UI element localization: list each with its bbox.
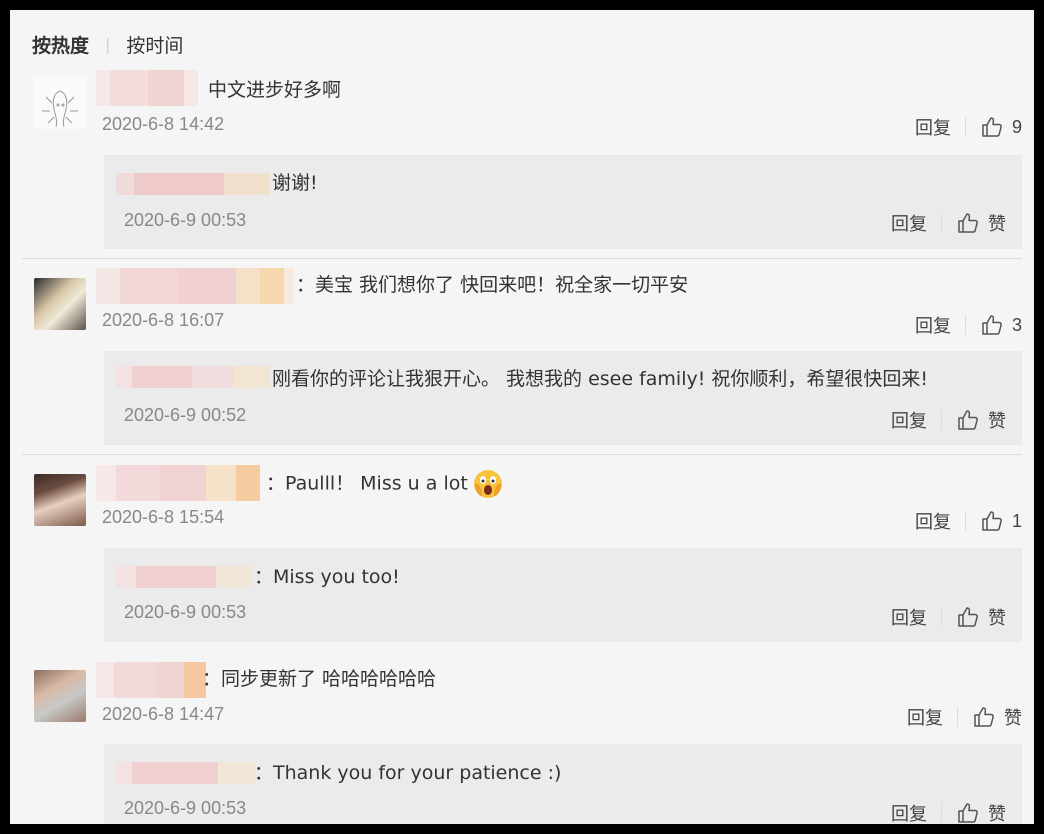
- comment-actions: 回复 1: [915, 508, 1022, 534]
- avatar[interactable]: [34, 670, 86, 722]
- avatar[interactable]: [34, 278, 86, 330]
- reply-button[interactable]: 回复: [915, 312, 951, 338]
- comment-actions: 回复 3: [915, 312, 1022, 338]
- avatar[interactable]: [34, 474, 86, 526]
- username-blurred[interactable]: [96, 465, 260, 501]
- comment-text: ：同步更新了 哈哈哈哈哈哈: [202, 668, 437, 690]
- reply-button[interactable]: 回复: [907, 704, 943, 730]
- action-divider: [964, 315, 966, 335]
- reply-button[interactable]: 回复: [915, 114, 951, 140]
- sort-bar: 按热度 | 按时间: [32, 30, 183, 58]
- sort-by-time-tab[interactable]: 按时间: [126, 31, 183, 58]
- comment-divider: [22, 258, 1022, 259]
- action-divider: [941, 410, 942, 430]
- reply-username-blurred[interactable]: [116, 173, 270, 195]
- thumbs-up-icon[interactable]: [956, 605, 980, 629]
- reply-actions: 回复 赞: [891, 210, 1006, 236]
- comment-actions: 回复 赞: [907, 704, 1022, 730]
- reply-actions: 回复 赞: [891, 604, 1006, 630]
- like-count[interactable]: 赞: [1004, 704, 1022, 730]
- action-divider: [941, 607, 942, 627]
- reply-button[interactable]: 回复: [915, 508, 951, 534]
- reply-time: 2020-6-9 00:53: [124, 210, 247, 230]
- like-count[interactable]: 赞: [988, 800, 1006, 824]
- action-divider: [964, 511, 966, 531]
- action-divider: [941, 213, 942, 233]
- avatar[interactable]: [34, 77, 86, 129]
- comment-time: 2020-6-8 14:42: [102, 114, 225, 134]
- reply-time: 2020-6-9 00:53: [124, 602, 247, 622]
- reply-username-blurred[interactable]: [116, 762, 256, 784]
- like-count[interactable]: 9: [1012, 117, 1022, 138]
- username-blurred[interactable]: [96, 70, 198, 106]
- thumbs-up-icon[interactable]: [980, 509, 1004, 533]
- thumbs-up-icon[interactable]: [956, 211, 980, 235]
- username-blurred[interactable]: [96, 662, 206, 698]
- reply-time: 2020-6-9 00:53: [124, 798, 247, 818]
- comment-text: 中文进步好多啊: [208, 79, 342, 101]
- reply-actions: 回复 赞: [891, 407, 1006, 433]
- like-count[interactable]: 赞: [988, 407, 1006, 433]
- reply-text: 谢谢!: [272, 172, 318, 194]
- reply-text: 刚看你的评论让我狠开心。 我想我的 esee family! 祝你顺利，希望很快…: [272, 368, 929, 390]
- comment-actions: 回复 9: [915, 114, 1022, 140]
- like-count[interactable]: 赞: [988, 604, 1006, 630]
- reply-username-blurred[interactable]: [116, 566, 252, 588]
- reply-button[interactable]: 回复: [891, 604, 927, 630]
- sort-separator: |: [105, 34, 111, 54]
- reply-text: ：Thank you for your patience :): [254, 762, 562, 784]
- comment-time: 2020-6-8 14:47: [102, 704, 225, 724]
- thumbs-up-icon[interactable]: [980, 313, 1004, 337]
- thumbs-up-icon[interactable]: [956, 801, 980, 824]
- reply-box: 谢谢! 2020-6-9 00:53 回复 赞: [104, 155, 1022, 249]
- sort-by-hot-tab[interactable]: 按热度: [32, 31, 89, 58]
- thumbs-up-icon[interactable]: [972, 705, 996, 729]
- like-count[interactable]: 赞: [988, 210, 1006, 236]
- thumbs-up-icon[interactable]: [956, 408, 980, 432]
- comment-text: ：美宝 我们想你了 快回来吧！祝全家一切平安: [296, 274, 689, 296]
- reply-actions: 回复 赞: [891, 800, 1006, 824]
- comment-time: 2020-6-8 16:07: [102, 310, 225, 330]
- thumbs-up-icon[interactable]: [980, 115, 1004, 139]
- reply-text: ：Miss you too!: [254, 566, 400, 588]
- action-divider: [964, 117, 966, 137]
- comment-divider: [22, 454, 1022, 455]
- comment-text-content: ：Paulll！ Miss u a lot: [266, 472, 468, 495]
- comment-panel: 按热度 | 按时间 中文进步好多啊 2020-6-8 14:42 回复 9 谢谢…: [10, 10, 1034, 824]
- reply-box: ：Miss you too! 2020-6-9 00:53 回复 赞: [104, 548, 1022, 642]
- reply-button[interactable]: 回复: [891, 800, 927, 824]
- reply-box: 刚看你的评论让我狠开心。 我想我的 esee family! 祝你顺利，希望很快…: [104, 351, 1022, 445]
- action-divider: [941, 803, 942, 823]
- username-blurred[interactable]: [96, 268, 294, 304]
- reply-username-blurred[interactable]: [116, 366, 270, 388]
- reply-box: ：Thank you for your patience :) 2020-6-9…: [104, 744, 1022, 824]
- scared-face-emoji: [473, 470, 502, 498]
- comment-text: ：Paulll！ Miss u a lot: [266, 468, 504, 500]
- reply-button[interactable]: 回复: [891, 407, 927, 433]
- comment-time: 2020-6-8 15:54: [102, 507, 225, 527]
- reply-button[interactable]: 回复: [891, 210, 927, 236]
- like-count[interactable]: 3: [1012, 315, 1022, 336]
- like-count[interactable]: 1: [1012, 511, 1022, 532]
- reply-time: 2020-6-9 00:52: [124, 405, 247, 425]
- action-divider: [957, 707, 958, 727]
